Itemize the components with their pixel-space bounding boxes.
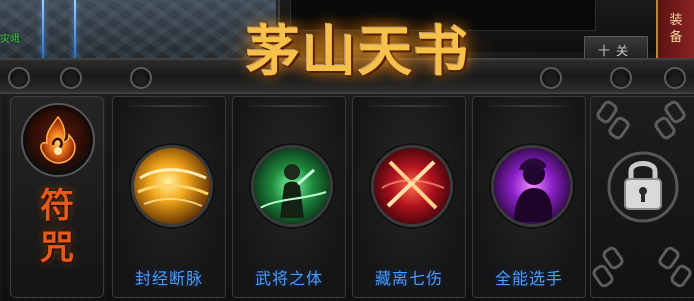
equip-tab-label-2: 备	[669, 30, 683, 45]
crimson-cross-slash-icon	[371, 145, 453, 227]
category-tab-talisman[interactable]: 符 咒	[10, 96, 104, 298]
padlock-icon	[607, 143, 679, 231]
flame-sigil-icon	[21, 103, 95, 177]
skills-panel: 符 咒 封经断脉 武将之体 藏离七伤 全能选手	[0, 94, 694, 301]
category-label-line-1: 符	[40, 186, 74, 226]
skill-card-2[interactable]: 武将之体	[232, 96, 346, 298]
skill-card-1[interactable]: 封经断脉	[112, 96, 226, 298]
equip-tab-label-1: 装	[669, 13, 683, 28]
title-banner: 茅山天书	[208, 6, 508, 86]
frame-rivet	[60, 67, 82, 89]
frame-rivet	[540, 67, 562, 89]
talisman-book-window: 灾峨 十关 装 备 茅山天书 符 咒 封经断脉 武将之体 藏离七伤 全能选手	[0, 0, 694, 301]
golden-vortex-icon	[131, 145, 213, 227]
skill-name: 藏离七伤	[374, 269, 443, 288]
skill-name: 武将之体	[254, 269, 323, 288]
frame-rivet	[8, 67, 30, 89]
violet-shadow-figure-icon	[491, 145, 573, 227]
locked-skill-slot[interactable]	[590, 96, 694, 298]
category-label: 符 咒	[11, 185, 103, 269]
skill-name: 封经断脉	[134, 269, 203, 288]
page-title: 茅山天书	[246, 18, 470, 83]
skill-name: 全能选手	[494, 269, 563, 288]
frame-rivet	[610, 67, 632, 89]
equip-tab[interactable]: 装 备	[656, 0, 694, 58]
green-warrior-icon	[251, 145, 333, 227]
frame-rivet	[130, 67, 152, 89]
skill-card-4[interactable]: 全能选手	[472, 96, 586, 298]
category-label-line-2: 咒	[40, 228, 74, 268]
light-pillar	[74, 0, 76, 58]
frame-rivet	[664, 67, 686, 89]
light-pillar	[42, 0, 44, 58]
npc-name-tag: 灾峨	[0, 34, 20, 45]
skill-card-3[interactable]: 藏离七伤	[352, 96, 466, 298]
